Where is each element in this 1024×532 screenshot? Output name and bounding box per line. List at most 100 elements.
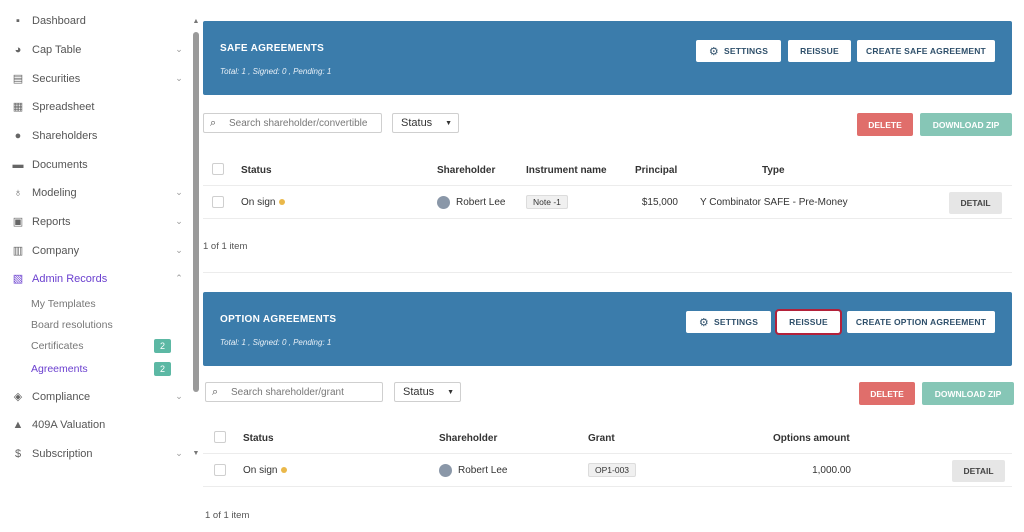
- nav-label: Securities: [32, 73, 81, 85]
- nav-shareholders[interactable]: ● Shareholders: [12, 125, 184, 147]
- chevron-down-icon: ⌄: [175, 391, 183, 401]
- nav-compliance[interactable]: ◈ Compliance ⌄: [12, 386, 184, 408]
- safe-status-select[interactable]: Status ▼: [392, 113, 459, 133]
- nav-cap-table[interactable]: ◕ Cap Table ⌄: [12, 39, 184, 61]
- col-grant: Grant: [588, 432, 615, 444]
- safe-download-zip-button[interactable]: DOWNLOAD ZIP: [920, 113, 1012, 136]
- shareholder-name: Robert Lee: [456, 196, 506, 208]
- shareholder-name: Robert Lee: [458, 464, 508, 476]
- option-summary: Total: 1 , Signed: 0 , Pending: 1: [220, 338, 332, 347]
- nav-documents[interactable]: ▬ Documents: [12, 154, 184, 176]
- nav-company[interactable]: ▥ Company ⌄: [12, 240, 184, 262]
- person-icon: ●: [14, 130, 22, 142]
- row-checkbox[interactable]: [212, 196, 224, 208]
- nav-label: Admin Records: [32, 273, 108, 285]
- row-shareholder: Robert Lee: [437, 186, 505, 218]
- safe-settings-button[interactable]: ⚙ SETTINGS: [696, 40, 781, 62]
- gear-icon: ⚙: [698, 316, 709, 329]
- sub-certificates[interactable]: Certificates 2: [31, 337, 171, 355]
- zip-label: DOWNLOAD ZIP: [934, 388, 1002, 399]
- option-settings-button[interactable]: ⚙ SETTINGS: [686, 311, 771, 333]
- row-principal: $15,000: [641, 196, 678, 208]
- col-options-amount: Options amount: [773, 432, 850, 444]
- chevron-down-icon: ⌄: [175, 245, 183, 255]
- nav-modeling[interactable]: ♁ Modeling ⌄: [12, 182, 184, 204]
- pending-dot-icon: [281, 467, 288, 473]
- sidebar: ▪ Dashboard ◕ Cap Table ⌄ ▤ Securities ⌄…: [0, 0, 192, 532]
- row-shareholder: Robert Lee: [439, 454, 507, 486]
- option-reissue-button[interactable]: REISSUE: [775, 309, 842, 335]
- nav-admin-records[interactable]: ▧ Admin Records ⌃: [12, 268, 184, 290]
- chevron-down-icon: ⌄: [175, 187, 183, 197]
- detail-button[interactable]: DETAIL: [952, 460, 1005, 482]
- nav-label: Modeling: [32, 187, 77, 199]
- row-type: Y Combinator SAFE - Pre-Money: [700, 196, 848, 208]
- sub-agreements[interactable]: Agreements 2: [31, 360, 171, 378]
- col-principal: Principal: [635, 164, 678, 176]
- records-icon: ▧: [12, 273, 24, 285]
- search-icon: ⌕: [210, 116, 217, 129]
- scroll-up-arrow-icon[interactable]: ▲: [192, 18, 200, 26]
- delete-label: DELETE: [868, 119, 902, 130]
- create-option-agreement-button[interactable]: CREATE OPTION AGREEMENT: [847, 311, 995, 333]
- chevron-up-icon: ⌃: [175, 273, 183, 283]
- zip-label: DOWNLOAD ZIP: [932, 119, 1000, 130]
- create-label: CREATE SAFE AGREEMENT: [866, 46, 986, 56]
- create-safe-agreement-button[interactable]: CREATE SAFE AGREEMENT: [857, 40, 995, 62]
- scrollbar-thumb[interactable]: [193, 32, 199, 392]
- col-status: Status: [243, 432, 274, 444]
- nav-label: Reports: [32, 216, 71, 228]
- nav-dashboard[interactable]: ▪ Dashboard: [12, 10, 184, 32]
- scroll-down-arrow-icon[interactable]: ▼: [192, 450, 200, 458]
- safe-search-input[interactable]: ⌕ Search shareholder/convertible: [203, 113, 382, 133]
- sub-board-resolutions[interactable]: Board resolutions: [31, 316, 171, 334]
- nav-label: 409A Valuation: [32, 419, 106, 431]
- pending-dot-icon: [279, 199, 286, 205]
- nav-spreadsheet[interactable]: ▦ Spreadsheet: [12, 96, 184, 118]
- sub-label: Board resolutions: [31, 319, 113, 331]
- detail-button[interactable]: DETAIL: [949, 192, 1002, 214]
- safe-delete-button[interactable]: DELETE: [857, 113, 913, 136]
- chevron-down-icon: ⌄: [175, 44, 183, 54]
- safe-reissue-button[interactable]: REISSUE: [788, 40, 851, 62]
- row-checkbox[interactable]: [214, 464, 226, 476]
- safe-pager: 1 of 1 item: [203, 241, 248, 252]
- option-search-input[interactable]: ⌕ Search shareholder/grant: [205, 382, 383, 402]
- select-all-checkbox[interactable]: [214, 431, 226, 443]
- row-instrument: Note -1: [526, 186, 568, 218]
- caret-down-icon: ▼: [447, 389, 454, 396]
- nav-label: Company: [32, 245, 80, 257]
- option-status-select[interactable]: Status ▼: [394, 382, 461, 402]
- nav-subscription[interactable]: $ Subscription ⌄: [12, 443, 184, 465]
- avatar: [439, 463, 452, 477]
- caret-down-icon: ▼: [445, 120, 452, 127]
- select-all-checkbox[interactable]: [212, 163, 224, 175]
- safe-table-header: Status Shareholder Instrument name Princ…: [203, 155, 1012, 185]
- nav-label: Spreadsheet: [32, 101, 95, 113]
- chevron-down-icon: ⌄: [175, 216, 183, 226]
- row-status: On sign: [243, 454, 288, 486]
- sidebar-scrollbar[interactable]: ▲ ▼: [192, 18, 200, 458]
- nav-reports[interactable]: ▣ Reports ⌄: [12, 211, 184, 233]
- nav-409a-valuation[interactable]: ▲ 409A Valuation: [12, 414, 184, 436]
- col-shareholder: Shareholder: [439, 432, 498, 444]
- option-download-zip-button[interactable]: DOWNLOAD ZIP: [922, 382, 1014, 405]
- safe-agreements-header: SAFE AGREEMENTS Total: 1 , Signed: 0 , P…: [203, 21, 1012, 95]
- detail-label: DETAIL: [963, 466, 994, 476]
- table-row: On sign Robert Lee Note -1 $15,000 Y Com…: [203, 185, 1012, 219]
- clipboard-icon: ▤: [12, 73, 24, 85]
- row-status: On sign: [241, 186, 286, 218]
- option-delete-button[interactable]: DELETE: [859, 382, 915, 405]
- sub-my-templates[interactable]: My Templates: [31, 295, 171, 313]
- nav-securities[interactable]: ▤ Securities ⌄: [12, 68, 184, 90]
- building-icon: ▥: [12, 245, 24, 257]
- search-placeholder: Search shareholder/convertible: [229, 117, 368, 129]
- sub-label: Agreements: [31, 363, 88, 375]
- status-label: Status: [403, 386, 435, 398]
- search-icon: ⌕: [212, 385, 219, 398]
- shield-check-icon: ◈: [13, 391, 23, 403]
- option-table-header: Status Shareholder Grant Options amount: [203, 423, 1012, 453]
- count-badge: 2: [154, 339, 171, 353]
- chart-up-icon: ▲: [12, 419, 24, 431]
- gear-icon: ⚙: [708, 45, 719, 58]
